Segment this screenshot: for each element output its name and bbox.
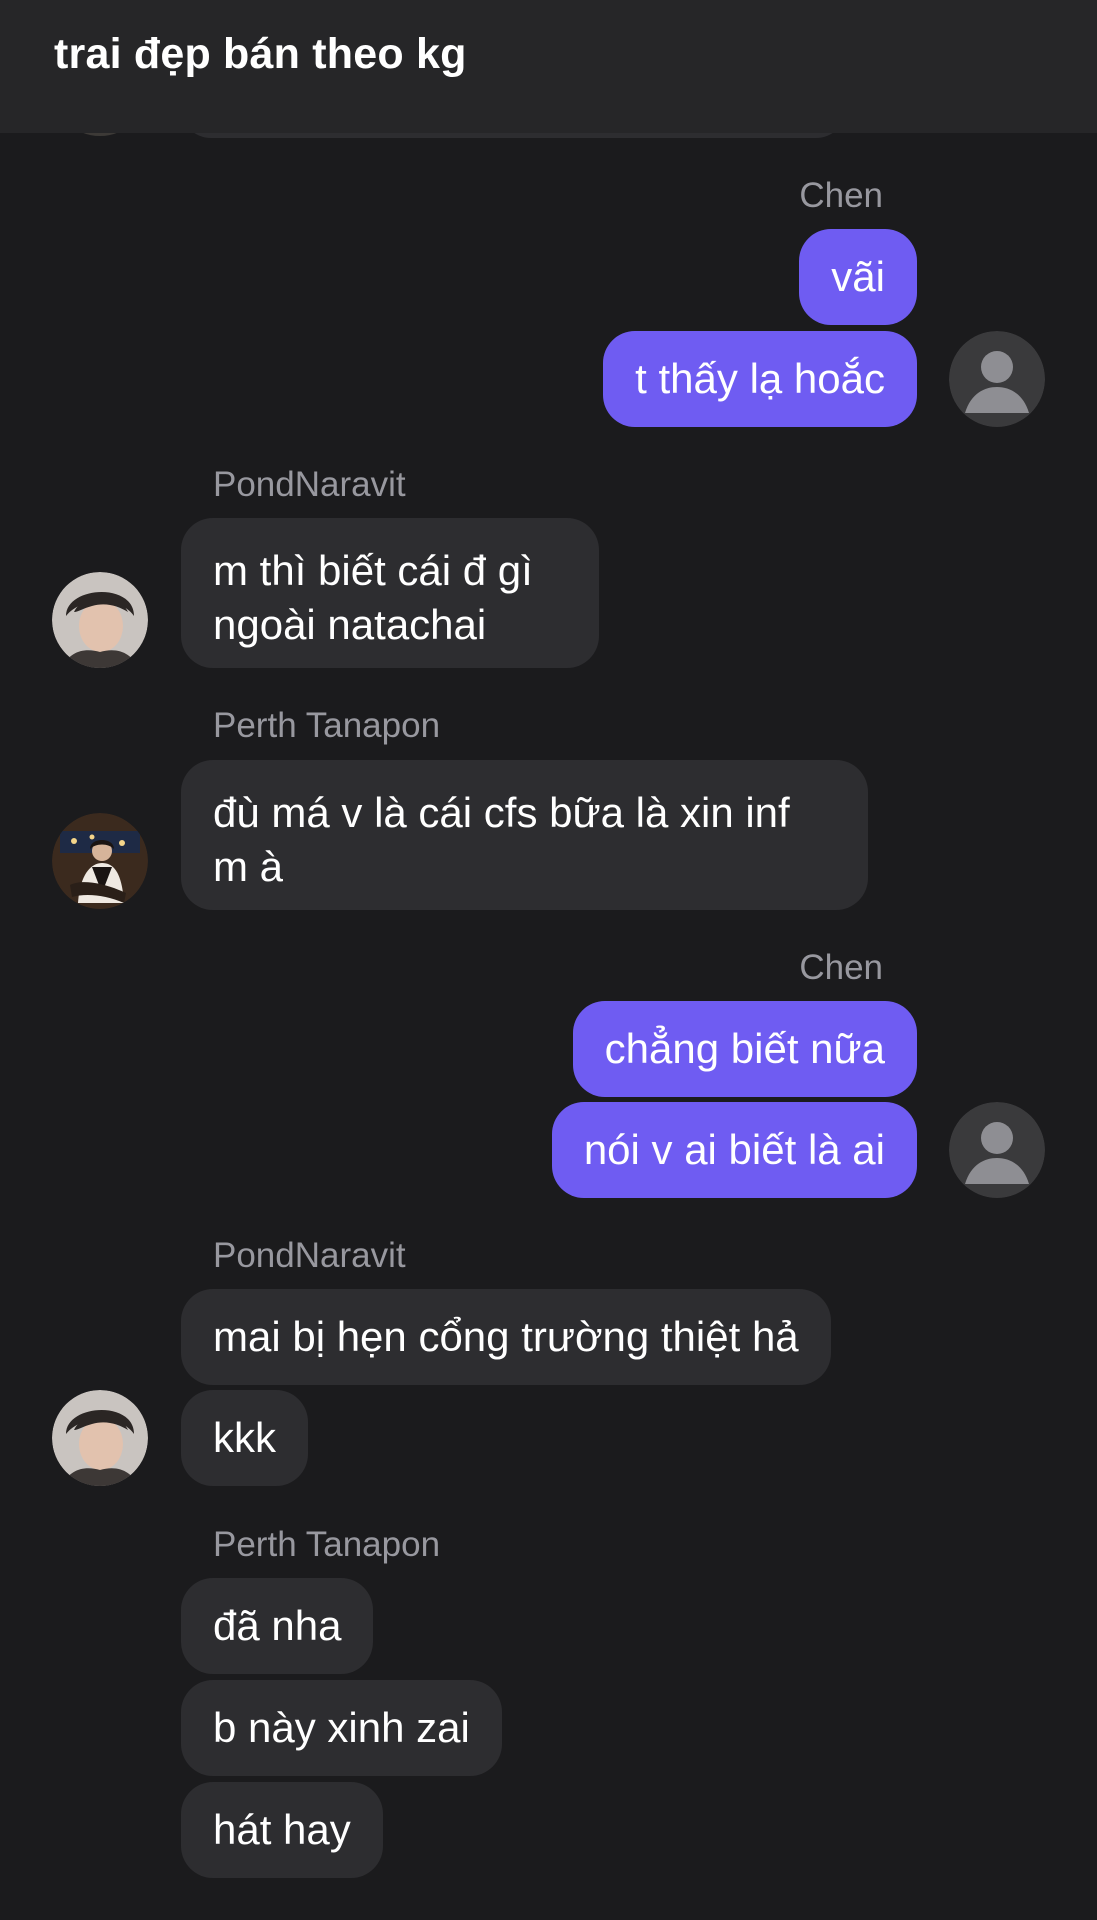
outgoing-message-bubble[interactable]: nói v ai biết là ai: [551, 1102, 917, 1198]
sender-name: PondNaravit: [213, 1236, 406, 1275]
sender-name: Chen: [799, 948, 883, 987]
default-avatar-icon[interactable]: [949, 331, 1045, 427]
default-avatar-icon[interactable]: [949, 1102, 1045, 1198]
chat-header: trai đẹp bán theo kg: [0, 0, 1097, 133]
sender-name: Perth Tanapon: [213, 1525, 441, 1564]
user-avatar-perth-tanapon[interactable]: [52, 813, 148, 909]
outgoing-message-bubble[interactable]: vãi: [799, 229, 917, 325]
outgoing-message-bubble[interactable]: t thấy lạ hoắc: [603, 331, 917, 427]
incoming-message-bubble[interactable]: b này xinh zai: [181, 1680, 502, 1776]
sender-name: PondNaravit: [213, 465, 406, 504]
incoming-message-bubble[interactable]: hát hay: [181, 1782, 383, 1878]
sender-name: Perth Tanapon: [213, 706, 441, 745]
user-avatar-pondnaravit[interactable]: [52, 572, 148, 668]
incoming-message-bubble[interactable]: m thì biết cái đ gì ngoài natachai: [181, 518, 599, 668]
outgoing-message-bubble[interactable]: chẳng biết nữa: [572, 1001, 917, 1097]
incoming-message-bubble[interactable]: đã nha: [181, 1578, 374, 1674]
user-avatar-pondnaravit[interactable]: [52, 1390, 148, 1486]
incoming-message-bubble[interactable]: mai bị hẹn cổng trường thiệt hả: [181, 1289, 831, 1385]
incoming-message-bubble[interactable]: kkk: [181, 1390, 308, 1486]
chat-title[interactable]: trai đẹp bán theo kg: [54, 30, 467, 79]
incoming-message-bubble[interactable]: đù má v là cái cfs bữa là xin inf m à: [181, 760, 868, 910]
sender-name: Chen: [799, 176, 883, 215]
